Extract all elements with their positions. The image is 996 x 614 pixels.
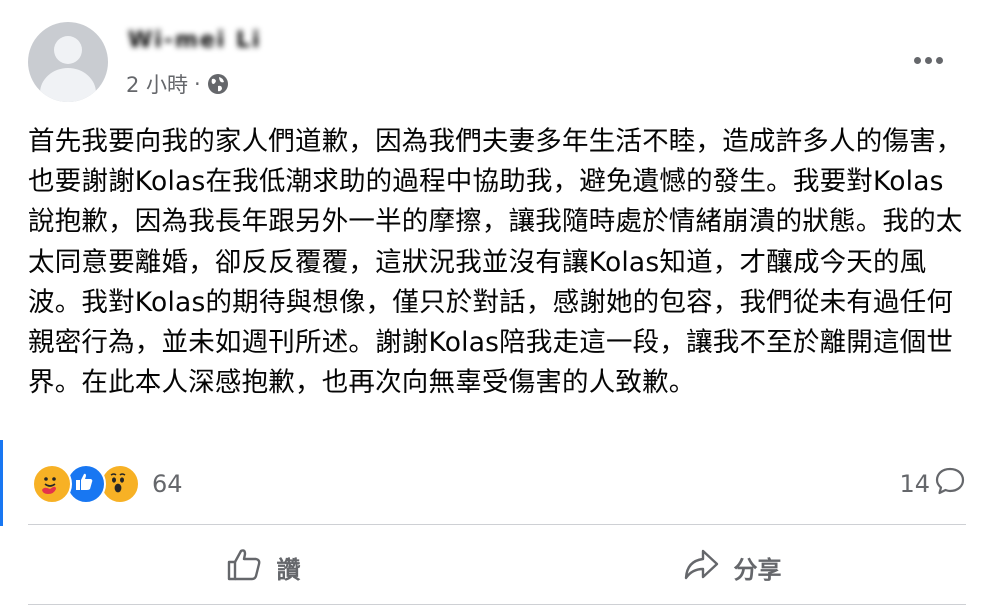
- more-dot-icon: [935, 56, 943, 64]
- globe-icon[interactable]: [207, 73, 229, 95]
- care-reaction-icon: [32, 464, 72, 504]
- more-dot-icon: [924, 56, 932, 64]
- thumbs-up-icon: [225, 545, 277, 589]
- share-label: 分享: [733, 555, 782, 584]
- avatar-head-shape: [54, 36, 82, 64]
- avatar-body-shape: [40, 68, 96, 102]
- like-label: 讚: [276, 555, 301, 584]
- left-accent-bar: [0, 440, 3, 526]
- meta-separator: ·: [194, 72, 201, 96]
- avatar[interactable]: [28, 22, 108, 102]
- post-header: Wi-mei Li 2 小時 ·: [28, 22, 968, 106]
- actions-divider: [28, 524, 966, 525]
- bottom-divider: [28, 604, 966, 605]
- share-button[interactable]: 分享: [497, 534, 966, 600]
- wow-reaction-icon: [100, 464, 140, 504]
- reactions-summary[interactable]: 64: [32, 464, 183, 504]
- comment-bubble-icon: [930, 465, 966, 503]
- post-meta: 2 小時 ·: [126, 70, 229, 98]
- share-arrow-icon: [682, 545, 734, 589]
- comments-count[interactable]: 14: [899, 466, 966, 502]
- post-body-text: 首先我要向我的家人們道歉，因為我們夫妻多年生活不睦，造成許多人的傷害，也要謝謝K…: [28, 126, 963, 399]
- post-actions: 讚 分享: [28, 534, 966, 600]
- like-reaction-icon: [66, 464, 106, 504]
- reaction-count: 64: [152, 470, 183, 498]
- post-stats: 64 14: [28, 462, 966, 506]
- more-dot-icon: [913, 56, 921, 64]
- comment-count-label: 14: [899, 470, 930, 498]
- like-button[interactable]: 讚: [28, 534, 497, 600]
- author-name[interactable]: Wi-mei Li: [128, 28, 262, 58]
- timestamp[interactable]: 2 小時: [126, 69, 188, 99]
- more-options-button[interactable]: [906, 42, 950, 78]
